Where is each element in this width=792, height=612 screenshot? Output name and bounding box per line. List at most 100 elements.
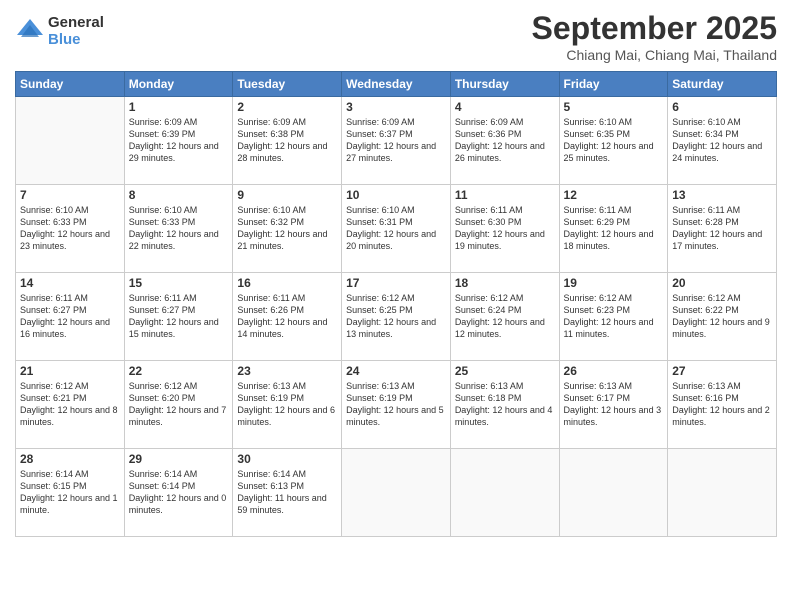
day-cell: 12Sunrise: 6:11 AM Sunset: 6:29 PM Dayli…: [559, 185, 668, 273]
day-info: Sunrise: 6:11 AM Sunset: 6:27 PM Dayligh…: [20, 292, 120, 341]
day-cell: [450, 449, 559, 537]
day-info: Sunrise: 6:10 AM Sunset: 6:31 PM Dayligh…: [346, 204, 446, 253]
day-cell: 24 Sunrise: 6:13 AM Sunset: 6:19 PM Dayli…: [342, 361, 451, 449]
day-cell: 14 Sunrise: 6:11 AM Sunset: 6:27 PM Dayli…: [16, 273, 125, 361]
day-info: Sunrise: 6:09 AM Sunset: 6:36 PM Dayligh…: [455, 116, 555, 165]
week-row-1: 7Sunrise: 6:10 AM Sunset: 6:33 PM Daylig…: [16, 185, 777, 273]
day-info: Sunrise: 6:11 AM Sunset: 6:26 PM Dayligh…: [237, 292, 337, 341]
day-cell: 15 Sunrise: 6:11 AM Sunset: 6:27 PM Dayli…: [124, 273, 233, 361]
day-info: Sunrise: 6:14 AM Sunset: 6:15 PM Dayligh…: [20, 468, 120, 517]
day-info: Sunrise: 6:12 AM Sunset: 6:25 PM Dayligh…: [346, 292, 446, 341]
day-number: 23: [237, 364, 337, 378]
header-thursday: Thursday: [450, 72, 559, 97]
day-cell: 22 Sunrise: 6:12 AM Sunset: 6:20 PM Dayli…: [124, 361, 233, 449]
day-number: 5: [564, 100, 664, 114]
day-number: 30: [237, 452, 337, 466]
header-tuesday: Tuesday: [233, 72, 342, 97]
day-cell: 4 Sunrise: 6:09 AM Sunset: 6:36 PM Daylig…: [450, 97, 559, 185]
logo-blue: Blue: [48, 32, 104, 49]
header-monday: Monday: [124, 72, 233, 97]
week-row-0: 1Sunrise: 6:09 AM Sunset: 6:39 PM Daylig…: [16, 97, 777, 185]
day-info: Sunrise: 6:11 AM Sunset: 6:27 PM Dayligh…: [129, 292, 229, 341]
day-info: Sunrise: 6:09 AM Sunset: 6:38 PM Dayligh…: [237, 116, 337, 165]
day-info: Sunrise: 6:10 AM Sunset: 6:33 PM Dayligh…: [20, 204, 120, 253]
week-row-4: 28Sunrise: 6:14 AM Sunset: 6:15 PM Dayli…: [16, 449, 777, 537]
title-section: September 2025 Chiang Mai, Chiang Mai, T…: [532, 10, 777, 63]
day-cell: 10Sunrise: 6:10 AM Sunset: 6:31 PM Dayli…: [342, 185, 451, 273]
day-cell: 28Sunrise: 6:14 AM Sunset: 6:15 PM Dayli…: [16, 449, 125, 537]
day-cell: 29 Sunrise: 6:14 AM Sunset: 6:14 PM Dayli…: [124, 449, 233, 537]
day-number: 20: [672, 276, 772, 290]
day-info: Sunrise: 6:13 AM Sunset: 6:18 PM Dayligh…: [455, 380, 555, 429]
day-number: 6: [672, 100, 772, 114]
day-number: 22: [129, 364, 229, 378]
day-cell: [559, 449, 668, 537]
day-info: Sunrise: 6:12 AM Sunset: 6:20 PM Dayligh…: [129, 380, 229, 429]
day-number: 1: [129, 100, 229, 114]
header: General Blue September 2025 Chiang Mai, …: [15, 10, 777, 63]
day-info: Sunrise: 6:10 AM Sunset: 6:33 PM Dayligh…: [129, 204, 229, 253]
day-info: Sunrise: 6:13 AM Sunset: 6:19 PM Dayligh…: [346, 380, 446, 429]
day-cell: 3 Sunrise: 6:09 AM Sunset: 6:37 PM Daylig…: [342, 97, 451, 185]
day-info: Sunrise: 6:13 AM Sunset: 6:19 PM Dayligh…: [237, 380, 337, 429]
day-cell: [668, 449, 777, 537]
day-number: 14: [20, 276, 120, 290]
logo-text: General Blue: [48, 15, 104, 48]
location: Chiang Mai, Chiang Mai, Thailand: [532, 47, 777, 63]
day-info: Sunrise: 6:13 AM Sunset: 6:16 PM Dayligh…: [672, 380, 772, 429]
day-info: Sunrise: 6:12 AM Sunset: 6:22 PM Dayligh…: [672, 292, 772, 341]
day-cell: 8 Sunrise: 6:10 AM Sunset: 6:33 PM Daylig…: [124, 185, 233, 273]
day-info: Sunrise: 6:10 AM Sunset: 6:35 PM Dayligh…: [564, 116, 664, 165]
day-cell: 23 Sunrise: 6:13 AM Sunset: 6:19 PM Dayli…: [233, 361, 342, 449]
day-number: 8: [129, 188, 229, 202]
day-cell: 27 Sunrise: 6:13 AM Sunset: 6:16 PM Dayli…: [668, 361, 777, 449]
day-number: 15: [129, 276, 229, 290]
day-number: 21: [20, 364, 120, 378]
day-number: 11: [455, 188, 555, 202]
calendar: Sunday Monday Tuesday Wednesday Thursday…: [15, 71, 777, 537]
day-info: Sunrise: 6:11 AM Sunset: 6:28 PM Dayligh…: [672, 204, 772, 253]
header-saturday: Saturday: [668, 72, 777, 97]
day-info: Sunrise: 6:14 AM Sunset: 6:14 PM Dayligh…: [129, 468, 229, 517]
day-info: Sunrise: 6:10 AM Sunset: 6:34 PM Dayligh…: [672, 116, 772, 165]
day-number: 3: [346, 100, 446, 114]
day-number: 26: [564, 364, 664, 378]
day-cell: 17 Sunrise: 6:12 AM Sunset: 6:25 PM Dayli…: [342, 273, 451, 361]
header-sunday: Sunday: [16, 72, 125, 97]
header-wednesday: Wednesday: [342, 72, 451, 97]
logo-general: General: [48, 15, 104, 32]
day-cell: 30 Sunrise: 6:14 AM Sunset: 6:13 PM Dayli…: [233, 449, 342, 537]
weekday-row: Sunday Monday Tuesday Wednesday Thursday…: [16, 72, 777, 97]
day-cell: [342, 449, 451, 537]
day-number: 19: [564, 276, 664, 290]
day-info: Sunrise: 6:14 AM Sunset: 6:13 PM Dayligh…: [237, 468, 337, 517]
logo-icon: [15, 17, 45, 47]
day-number: 29: [129, 452, 229, 466]
day-number: 27: [672, 364, 772, 378]
day-info: Sunrise: 6:10 AM Sunset: 6:32 PM Dayligh…: [237, 204, 337, 253]
day-cell: 6 Sunrise: 6:10 AM Sunset: 6:34 PM Daylig…: [668, 97, 777, 185]
day-number: 9: [237, 188, 337, 202]
day-info: Sunrise: 6:12 AM Sunset: 6:24 PM Dayligh…: [455, 292, 555, 341]
day-cell: 25 Sunrise: 6:13 AM Sunset: 6:18 PM Dayli…: [450, 361, 559, 449]
day-cell: 16Sunrise: 6:11 AM Sunset: 6:26 PM Dayli…: [233, 273, 342, 361]
day-info: Sunrise: 6:12 AM Sunset: 6:23 PM Dayligh…: [564, 292, 664, 341]
day-number: 13: [672, 188, 772, 202]
day-cell: 1Sunrise: 6:09 AM Sunset: 6:39 PM Daylig…: [124, 97, 233, 185]
logo: General Blue: [15, 15, 104, 48]
day-cell: 7Sunrise: 6:10 AM Sunset: 6:33 PM Daylig…: [16, 185, 125, 273]
week-row-2: 14 Sunrise: 6:11 AM Sunset: 6:27 PM Dayli…: [16, 273, 777, 361]
day-number: 4: [455, 100, 555, 114]
day-cell: 26 Sunrise: 6:13 AM Sunset: 6:17 PM Dayli…: [559, 361, 668, 449]
day-number: 24: [346, 364, 446, 378]
page: General Blue September 2025 Chiang Mai, …: [0, 0, 792, 612]
day-info: Sunrise: 6:09 AM Sunset: 6:37 PM Dayligh…: [346, 116, 446, 165]
month-title: September 2025: [532, 10, 777, 47]
day-cell: 21Sunrise: 6:12 AM Sunset: 6:21 PM Dayli…: [16, 361, 125, 449]
day-cell: 13 Sunrise: 6:11 AM Sunset: 6:28 PM Dayli…: [668, 185, 777, 273]
day-number: 25: [455, 364, 555, 378]
day-cell: 5 Sunrise: 6:10 AM Sunset: 6:35 PM Daylig…: [559, 97, 668, 185]
day-info: Sunrise: 6:13 AM Sunset: 6:17 PM Dayligh…: [564, 380, 664, 429]
day-cell: [16, 97, 125, 185]
day-number: 17: [346, 276, 446, 290]
